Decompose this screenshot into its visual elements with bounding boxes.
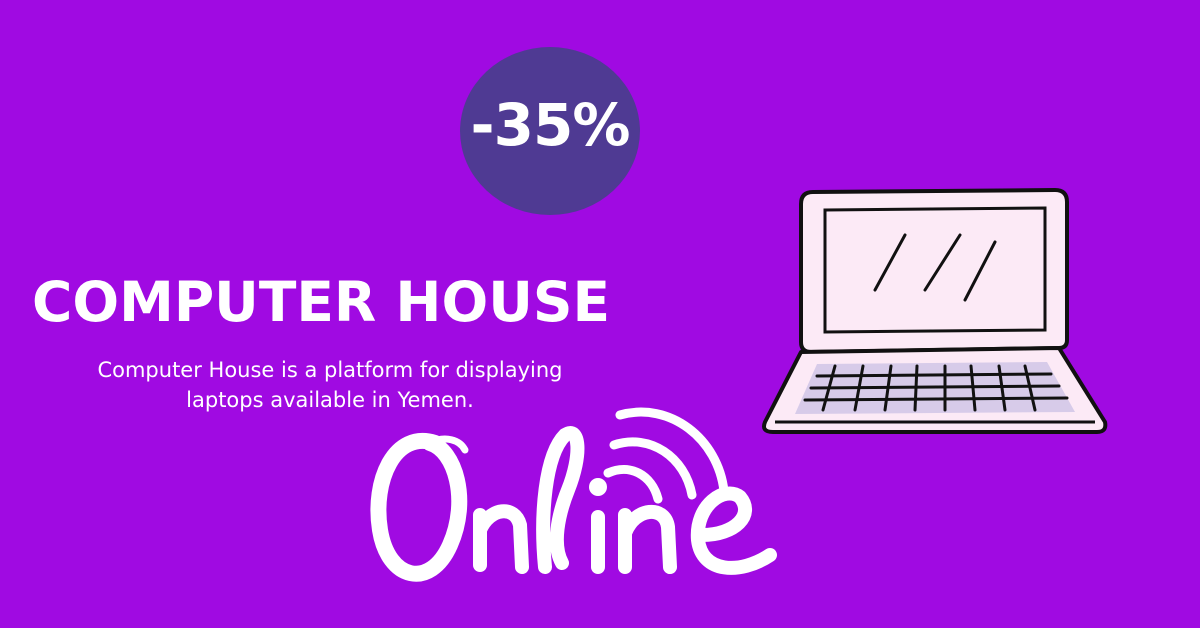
letter-e	[690, 486, 777, 575]
discount-badge: -35%	[460, 47, 640, 215]
brand-title: COMPUTER HOUSE	[32, 270, 611, 334]
description-line-1: Computer House is a platform for display…	[97, 358, 563, 382]
wifi-signal-icon	[589, 407, 729, 504]
letter-n	[473, 504, 529, 574]
letter-o	[370, 433, 468, 582]
discount-text: -35%	[470, 91, 631, 159]
letter-l	[536, 426, 585, 574]
laptop-icon	[762, 188, 1108, 434]
laptop-screen	[799, 188, 1069, 354]
letter-n-2	[618, 504, 677, 574]
